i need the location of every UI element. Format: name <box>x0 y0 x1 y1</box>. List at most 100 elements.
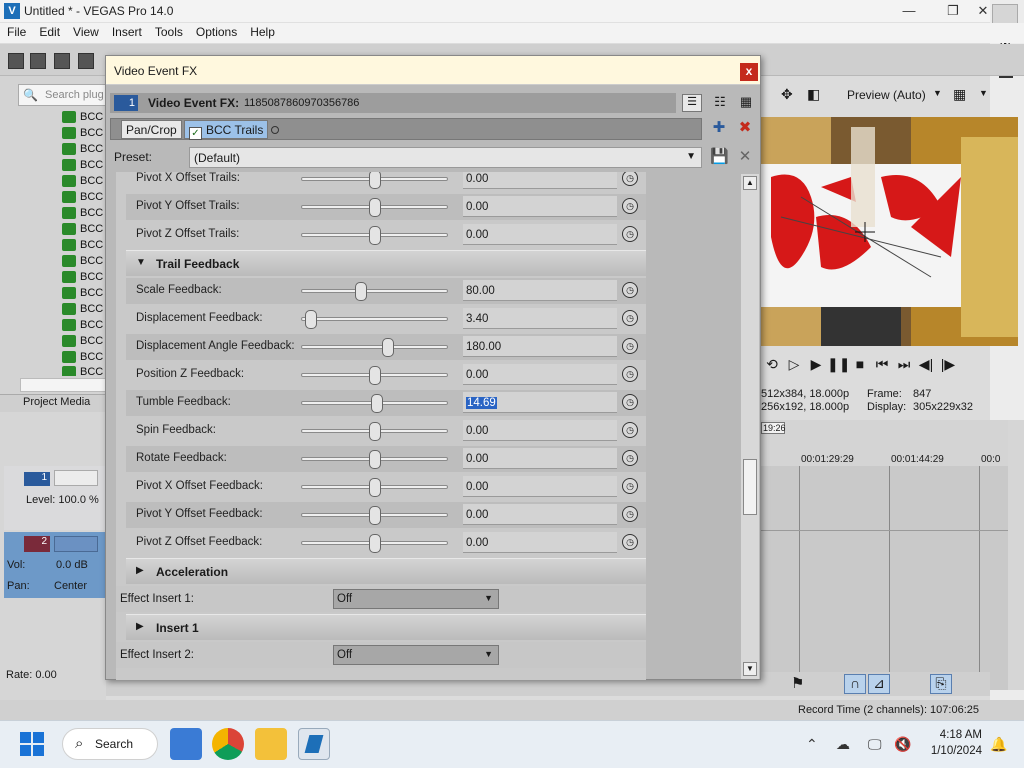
scroll-down-icon[interactable]: ▼ <box>743 662 757 676</box>
close-icon[interactable]: ✕ <box>976 2 990 22</box>
slider-thumb[interactable] <box>368 534 381 553</box>
menu-help[interactable]: Help <box>243 23 281 39</box>
parameter-value-field[interactable]: 0.00 <box>463 364 617 385</box>
effect-insert-dropdown[interactable]: Off ▼ <box>333 589 499 609</box>
effect-insert-dropdown[interactable]: Off ▼ <box>333 645 499 665</box>
chain-pan-crop[interactable]: Pan/Crop <box>121 120 182 139</box>
track-header-1[interactable]: 1 Level: 100.0 % <box>4 466 106 530</box>
parameter-slider[interactable] <box>301 345 448 349</box>
menu-file[interactable]: File <box>0 23 32 39</box>
parameter-value-field[interactable]: 14.69 <box>463 392 617 413</box>
parameter-value-field[interactable]: 3.40 <box>463 308 617 329</box>
network-icon[interactable]: ☁ <box>836 736 850 753</box>
track-header-2[interactable]: 2 Vol: 0.0 dB Pan: Center <box>4 532 106 598</box>
delete-preset-icon[interactable]: ✕ <box>736 148 754 166</box>
chain-bcc-trails[interactable]: ✓ BCC Trails <box>184 120 269 140</box>
list-item[interactable]: BCC <box>62 127 103 143</box>
scrollbar-thumb[interactable] <box>743 459 757 515</box>
scroll-up-icon[interactable]: ▲ <box>743 176 757 190</box>
preview-quality-dropdown[interactable]: Preview (Auto) <box>847 88 926 102</box>
rewind-icon[interactable]: ◀| <box>915 356 937 373</box>
volume-muted-icon[interactable]: 🔇 <box>894 736 911 753</box>
timeline-vertical-scrollbar[interactable] <box>1008 420 1024 690</box>
track-name-field[interactable] <box>54 470 98 486</box>
list-item[interactable]: BCC <box>62 143 103 159</box>
windows-start-icon[interactable] <box>20 732 44 756</box>
vol-value[interactable]: 0.0 dB <box>56 559 88 571</box>
parameter-value-field[interactable]: 0.00 <box>463 532 617 553</box>
list-item[interactable]: BCC <box>62 366 103 376</box>
clock[interactable]: 4:18 AM 1/10/2024 <box>916 727 982 759</box>
animate-keyframe-icon[interactable]: ◷ <box>622 366 638 382</box>
menu-options[interactable]: Options <box>189 23 243 39</box>
pan-value[interactable]: Center <box>54 580 87 592</box>
slider-thumb[interactable] <box>368 198 381 217</box>
list-item[interactable]: BCC <box>62 207 103 223</box>
slider-thumb[interactable] <box>371 394 384 413</box>
section-header[interactable]: ▶ Acceleration <box>126 558 646 584</box>
vegas-taskbar-icon[interactable] <box>298 728 330 760</box>
track-name-field[interactable] <box>54 536 98 552</box>
menu-edit[interactable]: Edit <box>32 23 66 39</box>
parameter-value-field[interactable]: 0.00 <box>463 420 617 441</box>
dialog-title-bar[interactable]: Video Event FX x <box>106 56 760 85</box>
plugin-chain-icon[interactable]: ✚ <box>710 119 728 137</box>
animate-keyframe-icon[interactable]: ◷ <box>622 172 638 186</box>
list-item[interactable]: BCC <box>62 255 103 271</box>
enable-checkbox[interactable]: ✓ <box>189 127 202 140</box>
forward-icon[interactable]: |▶ <box>937 356 959 373</box>
next-frame-icon[interactable]: ⏭ <box>893 356 915 373</box>
animate-keyframe-icon[interactable]: ◷ <box>622 226 638 242</box>
move-icon[interactable]: ✥ <box>781 86 793 103</box>
grid-icon[interactable]: ▦ <box>953 86 966 103</box>
stop-icon[interactable]: ■ <box>849 356 871 372</box>
play-icon[interactable]: ▶ <box>805 356 827 373</box>
list-item[interactable]: BCC <box>62 191 103 207</box>
list-item[interactable]: BCC <box>62 303 103 319</box>
details-view-icon[interactable]: ☷ <box>710 94 730 112</box>
parameter-slider[interactable] <box>301 317 448 321</box>
parameter-value-field[interactable]: 0.00 <box>463 448 617 469</box>
animate-keyframe-icon[interactable]: ◷ <box>622 534 638 550</box>
parameter-value-field[interactable]: 0.00 <box>463 504 617 525</box>
list-item[interactable]: BCC <box>62 335 103 351</box>
minimize-icon[interactable]: — <box>886 2 932 22</box>
remove-plugin-icon[interactable]: ✖ <box>736 119 754 137</box>
parameter-value-field[interactable]: 180.00 <box>463 336 617 357</box>
close-button[interactable]: x <box>740 63 758 81</box>
animate-keyframe-icon[interactable]: ◷ <box>622 506 638 522</box>
menu-view[interactable]: View <box>66 23 105 39</box>
save-as-icon[interactable] <box>78 53 94 69</box>
save-preset-icon[interactable]: 💾 <box>710 148 729 166</box>
slider-thumb[interactable] <box>368 172 381 189</box>
grid-view-icon[interactable]: ▦ <box>736 94 756 112</box>
parameters-scrollbar[interactable]: ▲ ▼ <box>741 174 759 679</box>
slider-thumb[interactable] <box>305 310 318 329</box>
new-file-icon[interactable] <box>8 53 24 69</box>
chevron-right-icon[interactable]: ▶ <box>136 621 144 632</box>
lock-envelopes-icon[interactable]: ⎘ <box>930 674 952 694</box>
list-item[interactable]: BCC <box>62 271 103 287</box>
list-item[interactable]: BCC <box>62 159 103 175</box>
pause-icon[interactable]: ❚❚ <box>827 356 850 373</box>
list-item[interactable]: BCC <box>62 111 103 127</box>
chevron-up-icon[interactable]: ⌃ <box>806 736 818 753</box>
display-icon[interactable]: 🖵 <box>868 736 882 753</box>
loop-icon[interactable]: ⟲ <box>761 356 783 373</box>
list-item[interactable]: BCC <box>62 239 103 255</box>
slider-thumb[interactable] <box>368 506 381 525</box>
parameter-slider[interactable] <box>301 289 448 293</box>
list-item[interactable]: BCC <box>62 319 103 335</box>
maximize-icon[interactable]: ❐ <box>930 2 976 22</box>
animate-keyframe-icon[interactable]: ◷ <box>622 478 638 494</box>
previous-frame-icon[interactable]: ⏮ <box>871 356 893 373</box>
preset-dropdown[interactable]: (Default) ▼ <box>189 147 702 168</box>
chevron-down-icon[interactable]: ▼ <box>136 257 146 268</box>
search-input[interactable]: 🔍 Search plug <box>18 84 108 106</box>
parameter-value-field[interactable]: 0.00 <box>463 476 617 497</box>
marker-icon[interactable]: ⚑ <box>791 674 804 692</box>
animate-keyframe-icon[interactable]: ◷ <box>622 198 638 214</box>
list-item[interactable]: BCC <box>62 223 103 239</box>
animate-keyframe-icon[interactable]: ◷ <box>622 282 638 298</box>
edge-preview-icon[interactable] <box>170 728 202 760</box>
